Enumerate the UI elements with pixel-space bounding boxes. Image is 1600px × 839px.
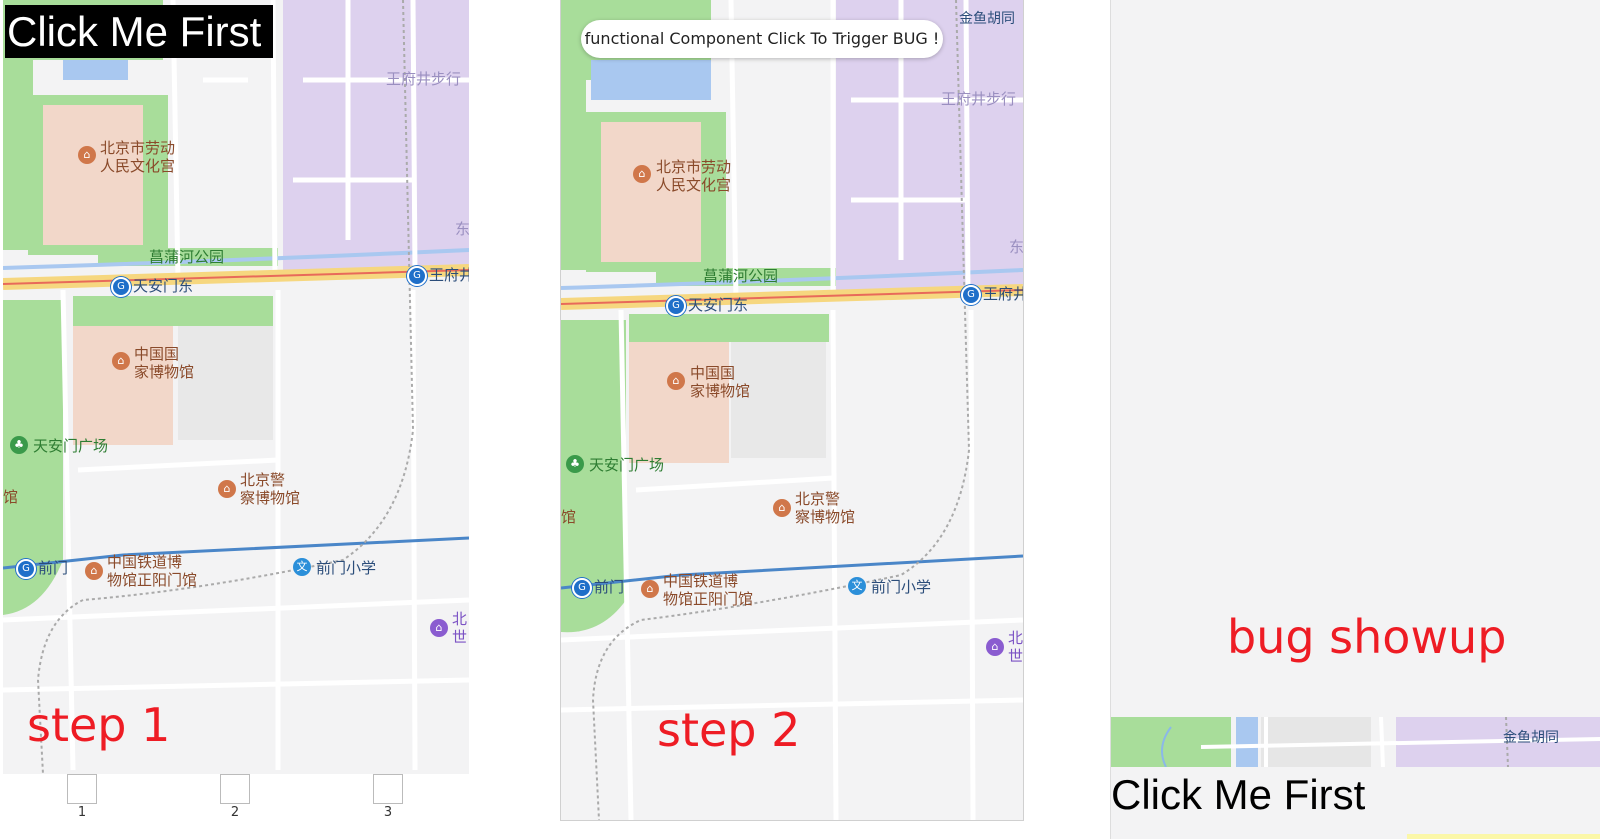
map-base: [3, 0, 469, 774]
label-changpu-park: 菖蒲河公园: [149, 248, 225, 266]
label-wangfujing-station: 王府井: [983, 285, 1024, 303]
map-view[interactable]: ⌂ 北京市劳动 人民文化宫 菖蒲河公园 G 天安门东 G 王府井 王府井步行 东 …: [3, 0, 469, 774]
metro-icon: G: [111, 277, 131, 297]
museum-icon: ⌂: [218, 480, 236, 498]
museum-icon: ⌂: [633, 165, 651, 183]
metro-icon: G: [961, 285, 981, 305]
metro-icon: G: [666, 296, 686, 316]
tab-bar: 1 2 3: [3, 774, 469, 839]
step1-label: step 1: [27, 698, 171, 752]
step2-label: step 2: [657, 703, 801, 757]
label-guan-fragment: 馆: [3, 488, 19, 506]
tab-icon: [220, 774, 250, 804]
label-tiananmen-square: 天安门广场: [33, 437, 109, 455]
label-tiananmen-east: 天安门东: [133, 277, 194, 295]
label-bei-fragment: 北世: [1008, 629, 1024, 665]
tab-1[interactable]: 1: [67, 774, 97, 822]
label-qianmen: 前门: [38, 559, 69, 577]
label-qianmen: 前门: [594, 578, 625, 596]
hotel-icon: ⌂: [986, 638, 1004, 656]
label-east-fragment: 东: [1009, 238, 1024, 256]
tab-2[interactable]: 2: [220, 774, 250, 822]
underline-decoration: [1407, 834, 1600, 839]
label-wangfujing-walk: 王府井步行: [941, 90, 1017, 108]
label-tiananmen-square: 天安门广场: [589, 456, 665, 474]
label-national-museum: 中国国 家博物馆: [134, 345, 195, 381]
label-changpu-park: 菖蒲河公园: [703, 267, 779, 285]
museum-icon: ⌂: [85, 562, 103, 580]
click-me-first-button[interactable]: Click Me First: [5, 5, 273, 58]
label-labor-palace: 北京市劳动 人民文化宫: [100, 139, 176, 175]
tab-label: 3: [383, 805, 393, 820]
tab-label: 2: [230, 805, 240, 820]
museum-icon: ⌂: [667, 372, 685, 390]
museum-icon: ⌂: [641, 580, 659, 598]
bug-showup-label: bug showup: [1227, 610, 1507, 664]
park-icon: ♣: [566, 455, 584, 473]
school-icon: 文: [848, 577, 866, 595]
hotel-icon: ⌂: [430, 619, 448, 637]
label-qianmen-school: 前门小学: [871, 578, 932, 596]
step2-panel: 金鱼胡同 王府井步行 东 ⌂ 北京市劳动 人民文化宫 菖蒲河公园 G 天安门东 G…: [560, 0, 1024, 821]
trigger-bug-banner[interactable]: functional Component Click To Trigger BU…: [581, 20, 943, 58]
label-police-museum: 北京警 察博物馆: [240, 471, 301, 507]
click-me-first-button[interactable]: Click Me First: [1111, 770, 1365, 820]
school-icon: 文: [293, 558, 311, 576]
label-railway-museum: 中国铁道博 物馆正阳门馆: [663, 572, 754, 608]
label-guan-fragment: 馆: [561, 508, 577, 526]
label-police-museum: 北京警 察博物馆: [795, 490, 856, 526]
metro-icon: G: [407, 266, 427, 286]
tab-icon: [373, 774, 403, 804]
metro-icon: G: [16, 559, 36, 579]
label-bei-fragment: 北世: [452, 610, 468, 646]
park-icon: ♣: [10, 436, 28, 454]
label-jinyu-hutong: 金鱼胡同: [1503, 730, 1559, 746]
label-wangfujing-station: 王府井: [429, 266, 469, 284]
step1-panel: ⌂ 北京市劳动 人民文化宫 菖蒲河公园 G 天安门东 G 王府井 王府井步行 东 …: [3, 0, 469, 839]
map-view[interactable]: 金鱼胡同 王府井步行 东 ⌂ 北京市劳动 人民文化宫 菖蒲河公园 G 天安门东 G…: [561, 0, 1023, 820]
bug-panel: bug showup 金鱼胡同 Click Me First: [1110, 0, 1600, 839]
museum-icon: ⌂: [773, 499, 791, 517]
label-east-fragment: 东: [455, 220, 469, 238]
label-railway-museum: 中国铁道博 物馆正阳门馆: [107, 553, 198, 589]
label-tiananmen-east: 天安门东: [688, 296, 749, 314]
museum-icon: ⌂: [112, 352, 130, 370]
museum-icon: ⌂: [78, 146, 96, 164]
label-qianmen-school: 前门小学: [316, 559, 377, 577]
metro-icon: G: [572, 578, 592, 598]
label-wangfujing-walk: 王府井步行: [386, 70, 462, 88]
map-strip[interactable]: 金鱼胡同: [1111, 717, 1600, 767]
label-jinyu-hutong: 金鱼胡同: [959, 11, 1015, 27]
label-labor-palace: 北京市劳动 人民文化宫: [656, 158, 732, 194]
tab-icon: [67, 774, 97, 804]
tab-3[interactable]: 3: [373, 774, 403, 822]
map-base: [561, 0, 1023, 820]
label-national-museum: 中国国 家博物馆: [690, 364, 751, 400]
tab-label: 1: [77, 805, 87, 820]
